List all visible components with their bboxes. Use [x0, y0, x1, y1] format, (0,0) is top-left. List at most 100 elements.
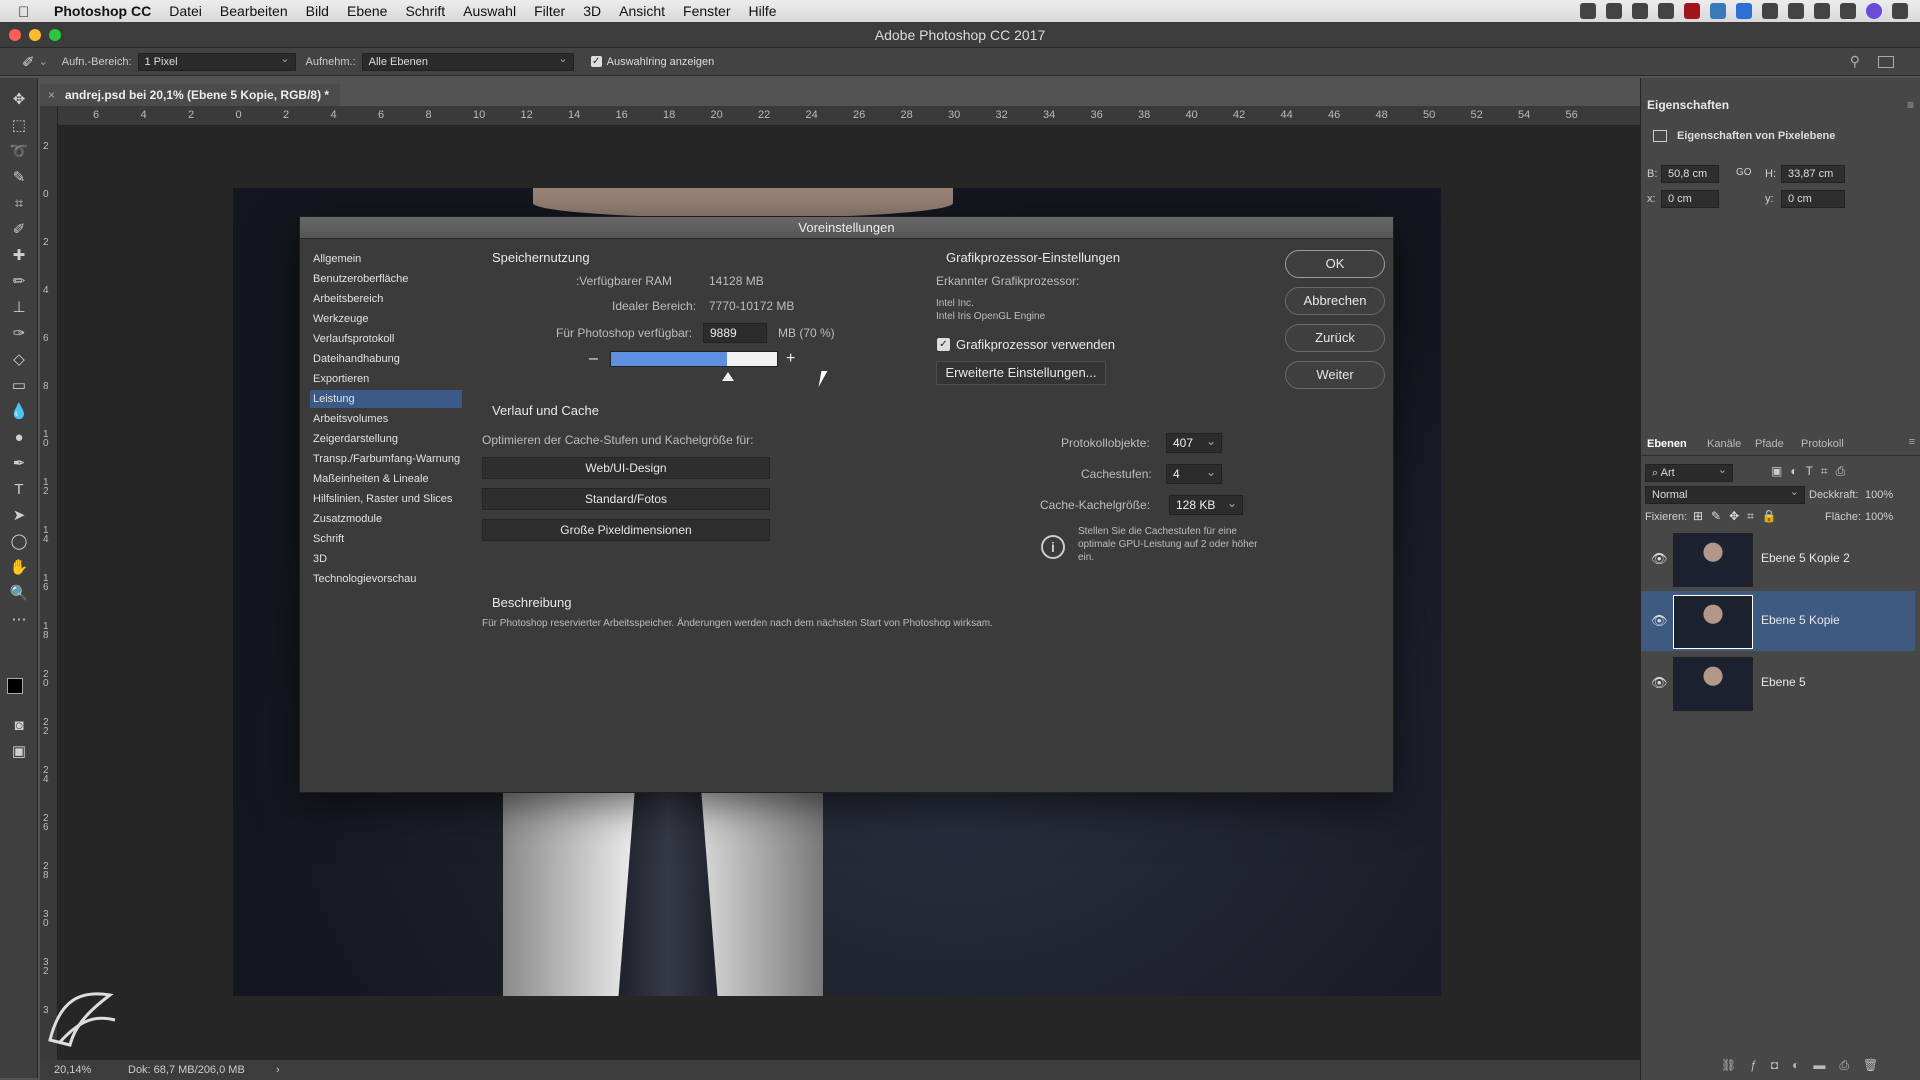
nav-verlaufsprotokoll[interactable]: Verlaufsprotokoll: [310, 330, 462, 348]
menu-hilfe[interactable]: Hilfe: [749, 3, 777, 19]
hand-tool-icon[interactable]: ✋: [9, 558, 29, 578]
menu-3d[interactable]: 3D: [583, 3, 601, 19]
nav-dateihandhabung[interactable]: Dateihandhabung: [310, 350, 462, 368]
y-field[interactable]: 0 cm: [1781, 190, 1845, 208]
time-machine-icon[interactable]: [1762, 3, 1778, 19]
tab-kanaele[interactable]: Kanäle: [1707, 438, 1741, 450]
document-tab[interactable]: × andrej.psd bei 20,1% (Ebene 5 Kopie, R…: [40, 84, 340, 106]
menu-ansicht[interactable]: Ansicht: [619, 3, 665, 19]
large-pixel-dimensions-button[interactable]: Große Pixeldimensionen: [482, 519, 770, 541]
search-icon[interactable]: ⚲: [1850, 53, 1860, 70]
tab-protokoll[interactable]: Protokoll: [1801, 438, 1844, 450]
memory-slider-thumb[interactable]: [721, 372, 734, 381]
layer-row[interactable]: 👁 Ebene 5 Kopie 2: [1641, 529, 1920, 589]
layers-panel-menu-icon[interactable]: ≡: [1909, 436, 1915, 448]
display-icon[interactable]: [1632, 3, 1648, 19]
standard-photos-button[interactable]: Standard/Fotos: [482, 488, 770, 510]
close-tab-icon[interactable]: ×: [48, 84, 55, 106]
tab-pfade[interactable]: Pfade: [1755, 438, 1784, 450]
menu-schrift[interactable]: Schrift: [405, 3, 445, 19]
sample-select[interactable]: Alle Ebenen: [361, 51, 574, 71]
workspace-icon[interactable]: [1878, 55, 1894, 68]
dodge-tool-icon[interactable]: ●: [9, 428, 29, 448]
brush-tool-icon[interactable]: ✏: [9, 272, 29, 292]
layers-footer-icons[interactable]: ⛓ƒ◘◐▬⎙🗑: [1721, 1058, 1892, 1073]
eyedropper-tool-icon[interactable]: ✐: [9, 220, 29, 240]
nav-transparenz[interactable]: Transp./Farbumfang-Warnung: [310, 450, 462, 468]
history-states-select[interactable]: 407: [1166, 432, 1222, 453]
opacity-value[interactable]: 100%: [1865, 489, 1893, 501]
next-button[interactable]: Weiter: [1285, 361, 1385, 389]
nav-zusatzmodule[interactable]: Zusatzmodule: [310, 510, 462, 528]
nav-3d[interactable]: 3D: [310, 550, 462, 568]
quick-select-tool-icon[interactable]: ✎: [9, 168, 29, 188]
nav-schrift[interactable]: Schrift: [310, 530, 462, 548]
properties-panel-title[interactable]: Eigenschaften: [1641, 92, 1920, 118]
quick-mask-icon[interactable]: ◙: [9, 716, 29, 736]
height-field[interactable]: 33,87 cm: [1781, 165, 1845, 183]
eraser-tool-icon[interactable]: ◇: [9, 350, 29, 370]
doc-size[interactable]: Dok: 68,7 MB/206,0 MB: [128, 1060, 245, 1080]
menu-datei[interactable]: Datei: [169, 3, 202, 19]
memory-increase-button[interactable]: +: [786, 350, 795, 368]
nav-werkzeuge[interactable]: Werkzeuge: [310, 310, 462, 328]
pen-tool-icon[interactable]: ✒: [9, 454, 29, 474]
sample-size-select[interactable]: 1 Pixel: [137, 51, 296, 71]
spotlight-icon[interactable]: [1840, 3, 1856, 19]
healing-tool-icon[interactable]: ✚: [9, 246, 29, 266]
cloud-icon[interactable]: [1658, 3, 1674, 19]
cache-levels-select[interactable]: 4: [1166, 463, 1222, 484]
menu-filter[interactable]: Filter: [534, 3, 565, 19]
apple-icon[interactable]: : [18, 4, 32, 21]
edit-toolbar-icon[interactable]: ⋯: [9, 610, 29, 630]
layer-filter-select[interactable]: ⌕ Art: [1645, 462, 1733, 482]
layer-name[interactable]: Ebene 5: [1761, 675, 1806, 689]
visibility-eye-icon[interactable]: 👁: [1651, 675, 1668, 691]
lock-icons[interactable]: ⊞✎✥⌗🔒: [1693, 509, 1785, 524]
width-field[interactable]: 50,8 cm: [1661, 165, 1719, 183]
web-ui-design-button[interactable]: Web/UI-Design: [482, 457, 770, 479]
nav-leistung[interactable]: Leistung: [310, 390, 462, 408]
cancel-button[interactable]: Abbrechen: [1285, 287, 1385, 315]
blend-mode-select[interactable]: Normal: [1645, 484, 1805, 504]
menu-bild[interactable]: Bild: [306, 3, 329, 19]
zoom-level[interactable]: 20,14%: [54, 1060, 91, 1080]
nav-arbeitsvolumes[interactable]: Arbeitsvolumes: [310, 410, 462, 428]
ruler-horizontal[interactable]: 6 4 2 0 2 4 6 8 10 12 14 16 18 20 22 24 26 28 30 32 34 36 38 40…: [58, 106, 1640, 126]
zoom-tool-icon[interactable]: 🔍: [9, 584, 29, 604]
app-icon[interactable]: [1684, 3, 1700, 19]
bluetooth-icon[interactable]: [1788, 3, 1804, 19]
close-window-button[interactable]: [9, 29, 21, 41]
type-tool-icon[interactable]: T: [9, 480, 29, 500]
zoom-window-button[interactable]: [49, 29, 61, 41]
menu-auswahl[interactable]: Auswahl: [463, 3, 516, 19]
wifi-icon[interactable]: [1814, 3, 1830, 19]
visibility-eye-icon[interactable]: 👁: [1651, 551, 1668, 567]
visibility-eye-icon[interactable]: 👁: [1651, 613, 1668, 629]
cache-tile-size-select[interactable]: 128 KB: [1169, 494, 1243, 515]
use-gpu-checkbox[interactable]: ✓: [937, 338, 950, 351]
screen-mode-icon[interactable]: ▣: [9, 742, 29, 762]
menu-fenster[interactable]: Fenster: [683, 3, 730, 19]
menu-ebene[interactable]: Ebene: [347, 3, 387, 19]
memory-decrease-button[interactable]: –: [589, 350, 598, 368]
record-icon[interactable]: [1580, 3, 1596, 19]
shape-tool-icon[interactable]: ◯: [9, 532, 29, 552]
eyedropper-tool-icon[interactable]: ✐: [22, 53, 35, 71]
tab-ebenen[interactable]: Ebenen: [1647, 438, 1687, 450]
sync-icon[interactable]: [1710, 3, 1726, 19]
layer-name[interactable]: Ebene 5 Kopie: [1761, 613, 1840, 627]
lasso-tool-icon[interactable]: ➰: [9, 142, 29, 162]
layer-row[interactable]: 👁 Ebene 5: [1641, 653, 1920, 713]
status-menu-arrow[interactable]: ›: [276, 1060, 280, 1080]
menu-app[interactable]: Photoshop CC: [54, 3, 151, 19]
airplay-icon[interactable]: [1606, 3, 1622, 19]
gradient-tool-icon[interactable]: ▭: [9, 376, 29, 396]
show-ring-checkbox[interactable]: ✓: [590, 56, 602, 67]
panel-menu-icon[interactable]: ≡: [1907, 98, 1914, 112]
foreground-color-swatch[interactable]: [7, 678, 23, 694]
tool-preset-chevron-icon[interactable]: ⌄: [39, 55, 48, 68]
nav-benutzeroberflaeche[interactable]: Benutzeroberfläche: [310, 270, 462, 288]
x-field[interactable]: 0 cm: [1661, 190, 1719, 208]
advanced-settings-button[interactable]: Erweiterte Einstellungen...: [936, 361, 1106, 385]
